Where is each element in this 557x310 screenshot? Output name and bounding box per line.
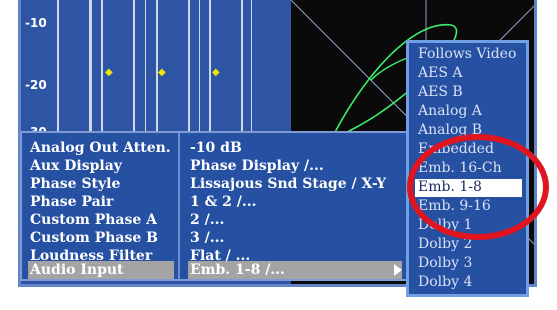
dropdown-option-dolby-3[interactable]: Dolby 3 — [415, 255, 522, 273]
dropdown-option-aes-a[interactable]: AES A — [415, 65, 522, 83]
dropdown-option-dolby-4[interactable]: Dolby 4 — [415, 274, 522, 292]
meter-divider — [251, 0, 252, 140]
meter-divider — [145, 0, 146, 140]
scale-label-minus20: -20 — [25, 78, 47, 92]
peak-marker-icon: ◆ — [212, 67, 220, 78]
menu-row-aux-display[interactable]: Aux Display Phase Display /... — [22, 157, 416, 176]
screen: -10 -20 -30 ◆ ◆ ◆ — [0, 0, 557, 310]
menu-row-label: Custom Phase B — [30, 230, 158, 246]
menu-row-value: Lissajous Snd Stage / X-Y — [190, 176, 387, 192]
menu-row-label: Aux Display — [30, 158, 122, 174]
menu-row-value: 2 /... — [190, 212, 225, 228]
menu-row-label: Phase Style — [30, 176, 121, 192]
menu-row-value: 3 /... — [190, 230, 225, 246]
meter-divider — [91, 0, 92, 140]
menu-row-phase-style[interactable]: Phase Style Lissajous Snd Stage / X-Y — [22, 175, 416, 194]
peak-marker-icon: ◆ — [158, 67, 166, 78]
dropdown-option-analog-a[interactable]: Analog A — [415, 103, 522, 121]
scale-label-minus10: -10 — [25, 16, 47, 30]
dropdown-option-follows-video[interactable]: Follows Video — [415, 46, 522, 64]
meter-bar — [57, 0, 91, 140]
menu-row-audio-input[interactable]: Audio Input Emb. 1-8 /... — [22, 261, 416, 280]
menu-row-custom-phase-a[interactable]: Custom Phase A 2 /... — [22, 211, 416, 230]
meter-divider — [199, 0, 200, 140]
menu-row-value: 1 & 2 /... — [190, 194, 257, 210]
audio-settings-menu: Analog Out Atten. -10 dB Aux Display Pha… — [20, 131, 414, 281]
dropdown-option-aes-b[interactable]: AES B — [415, 84, 522, 102]
menu-row-label: Custom Phase A — [30, 212, 157, 228]
menu-row-phase-pair[interactable]: Phase Pair 1 & 2 /... — [22, 193, 416, 212]
menu-row-value: -10 dB — [190, 140, 242, 156]
menu-row-value: Emb. 1-8 /... — [190, 262, 285, 278]
submenu-arrow-icon[interactable] — [394, 264, 402, 276]
annotation-circle — [407, 134, 549, 240]
menu-row-label: Phase Pair — [30, 194, 114, 210]
menu-row-label: Analog Out Atten. — [30, 140, 171, 156]
menu-row-analog-out-atten[interactable]: Analog Out Atten. -10 dB — [22, 139, 416, 158]
menu-row-custom-phase-b[interactable]: Custom Phase B 3 /... — [22, 229, 416, 248]
peak-marker-icon: ◆ — [105, 67, 113, 78]
menu-row-value: Phase Display /... — [190, 158, 324, 174]
menu-row-label: Audio Input — [30, 262, 124, 278]
